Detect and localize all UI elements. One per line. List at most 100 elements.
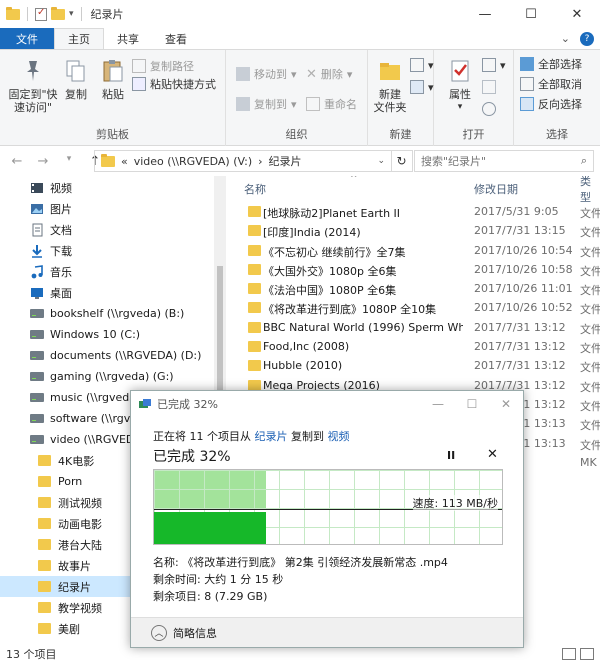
folder-icon — [38, 580, 52, 594]
table-row[interactable]: Hubble (2010) 2017/7/31 13:12 文件 — [226, 356, 600, 375]
copy-path-button[interactable]: 复制路径 — [132, 58, 194, 74]
copy-to-button[interactable]: 复制到 ▾ — [236, 96, 297, 112]
address-dropdown-icon[interactable]: ⌄ — [377, 156, 385, 166]
time-value: 大约 1 分 15 秒 — [204, 573, 284, 586]
fewer-details-link[interactable]: 简略信息 — [173, 625, 217, 641]
breadcrumb-separator[interactable]: › — [258, 155, 262, 168]
table-row[interactable]: 《不忘初心 继续前行》全7集 2017/10/26 10:54 文件 — [226, 241, 600, 260]
search-box[interactable]: ⌕ — [414, 150, 594, 172]
column-date[interactable]: 修改日期 — [474, 181, 518, 197]
copy-summary: 正在将 11 个项目从 纪录片 复制到 视频 — [153, 428, 350, 444]
separator — [80, 7, 82, 21]
destination-link[interactable]: 视频 — [328, 430, 350, 443]
organize-group: 移动到 ▾ ✕ 删除 ▾ 复制到 ▾ 重命名 组织 — [226, 50, 368, 146]
download-icon — [30, 244, 44, 258]
easy-access-button[interactable]: ▾ — [410, 80, 434, 94]
tab-home[interactable]: 主页 — [54, 28, 104, 49]
address-bar[interactable]: « video (\\RGVEDA) (V:) › 纪录片 ⌄ — [94, 150, 392, 172]
sidebar-item[interactable]: 桌面 — [0, 282, 226, 303]
copy-path-icon — [132, 59, 146, 73]
history-button[interactable] — [482, 102, 496, 116]
edit-button[interactable] — [482, 80, 496, 94]
invert-selection-button[interactable]: 反向选择 — [520, 96, 582, 112]
collapse-ribbon-icon[interactable]: ⌄ — [561, 32, 570, 46]
rename-button[interactable]: 重命名 — [306, 96, 357, 112]
paste-button[interactable]: 粘贴 — [96, 58, 130, 101]
table-row[interactable]: [印度]India (2014) 2017/7/31 13:15 文件 — [226, 221, 600, 240]
column-headers: ^ 名称 修改日期 类型 — [226, 176, 600, 205]
open-button[interactable]: ▾ — [482, 58, 506, 72]
new-folder-quick-icon[interactable] — [51, 6, 65, 20]
sidebar-item-label: 下载 — [50, 244, 72, 258]
sidebar-item[interactable]: 下载 — [0, 240, 226, 261]
dialog-close-button[interactable]: ✕ — [489, 391, 523, 417]
copy-progress-dialog: 已完成 32% — ☐ ✕ 正在将 11 个项目从 纪录片 复制到 视频 已完成… — [130, 390, 524, 648]
table-row[interactable]: 《大国外交》1080p 全6集 2017/10/26 10:58 文件 — [226, 260, 600, 279]
column-name[interactable]: 名称 — [244, 181, 266, 197]
pin-quick-access-button[interactable]: 固定到"快速访问" — [4, 58, 62, 114]
folder-icon — [101, 153, 115, 167]
search-input[interactable] — [421, 154, 581, 168]
large-icons-view-icon[interactable] — [580, 648, 594, 660]
copy-button[interactable]: 复制 — [62, 58, 90, 101]
tab-share[interactable]: 共享 — [104, 28, 152, 49]
properties-button[interactable]: 属性 ▾ — [440, 58, 480, 114]
select-none-button[interactable]: 全部取消 — [520, 76, 582, 92]
properties-quick-icon[interactable] — [35, 7, 47, 21]
sidebar-item[interactable]: gaming (\\rgveda) (G:) — [0, 366, 226, 387]
delete-button[interactable]: ✕ 删除 ▾ — [306, 66, 352, 82]
sidebar-item[interactable]: 视频 — [0, 177, 226, 198]
cancel-copy-button[interactable]: ✕ — [487, 447, 498, 462]
table-row[interactable]: Food,Inc (2008) 2017/7/31 13:12 文件 — [226, 337, 600, 356]
sidebar-item[interactable]: 文档 — [0, 219, 226, 240]
dialog-footer: ︿ 简略信息 — [131, 617, 523, 647]
back-icon[interactable]: ← — [10, 154, 24, 169]
tab-file[interactable]: 文件 — [0, 28, 54, 49]
file-date: 2017/7/31 13:12 — [474, 359, 566, 373]
dialog-maximize-button[interactable]: ☐ — [455, 391, 489, 417]
video-icon — [30, 181, 44, 195]
recent-locations-icon[interactable]: ▾ — [62, 154, 76, 169]
minimize-button[interactable]: — — [462, 0, 508, 28]
maximize-button[interactable]: ☐ — [508, 0, 554, 28]
breadcrumb-drive[interactable]: video (\\RGVEDA) (V:) — [134, 155, 252, 168]
breadcrumb-current[interactable]: 纪录片 — [269, 153, 302, 169]
table-row[interactable]: BBC Natural World (1996) Sperm Wh... 2017… — [226, 318, 600, 337]
sidebar-item[interactable]: 音乐 — [0, 261, 226, 282]
help-icon[interactable]: ? — [580, 32, 594, 46]
new-item-button[interactable]: ▾ — [410, 58, 434, 72]
table-row[interactable]: 《法治中国》1080P 全6集 2017/10/26 11:01 文件 — [226, 279, 600, 298]
table-row[interactable]: 《将改革进行到底》1080P 全10集 2017/10/26 10:52 文件 — [226, 298, 600, 317]
sidebar-item[interactable]: 图片 — [0, 198, 226, 219]
sidebar-item[interactable]: Windows 10 (C:) — [0, 324, 226, 345]
column-type[interactable]: 类型 — [580, 176, 600, 205]
ribbon: 固定到"快速访问" 复制 粘贴 复制路径 粘贴快捷方式 剪贴板 移动到 ▾ ✕ … — [0, 50, 600, 146]
select-all-button[interactable]: 全部选择 — [520, 56, 582, 72]
new-folder-button[interactable]: 新建 文件夹 — [370, 58, 410, 114]
source-link[interactable]: 纪录片 — [255, 430, 288, 443]
organize-group-label: 组织 — [285, 128, 308, 141]
select-all-icon — [520, 57, 534, 71]
chevron-up-icon[interactable]: ︿ — [151, 624, 167, 641]
close-button[interactable]: ✕ — [554, 0, 600, 28]
select-none-label: 全部取消 — [538, 78, 582, 91]
dialog-minimize-button[interactable]: — — [421, 391, 455, 417]
sidebar-item-label: 美剧 — [58, 622, 80, 636]
forward-icon[interactable]: → — [36, 154, 50, 169]
details-view-icon[interactable] — [562, 648, 576, 660]
file-name-row: 名称: 《将改革进行到底》 第2集 引领经济发展新常态 .mp4 — [153, 554, 448, 570]
copy-label: 复制 — [65, 88, 87, 101]
table-row[interactable]: [地球脉动2]Planet Earth II 2017/5/31 9:05 文件 — [226, 202, 600, 221]
move-to-button[interactable]: 移动到 ▾ — [236, 66, 297, 82]
tab-view[interactable]: 查看 — [152, 28, 200, 49]
refresh-icon[interactable]: ↻ — [391, 150, 413, 172]
pause-button[interactable]: II — [447, 449, 455, 462]
sidebar-item[interactable]: bookshelf (\\rgveda) (B:) — [0, 303, 226, 324]
customize-dropdown-icon[interactable]: ▾ — [69, 9, 74, 19]
paste-shortcut-button[interactable]: 粘贴快捷方式 — [132, 76, 216, 92]
folder-icon[interactable] — [6, 6, 20, 20]
sidebar-item-label: bookshelf (\\rgveda) (B:) — [50, 307, 185, 320]
sidebar-item[interactable]: documents (\\RGVEDA) (D:) — [0, 345, 226, 366]
file-date: 2017/7/31 13:12 — [474, 320, 566, 334]
address-overflow[interactable]: « — [121, 155, 128, 168]
